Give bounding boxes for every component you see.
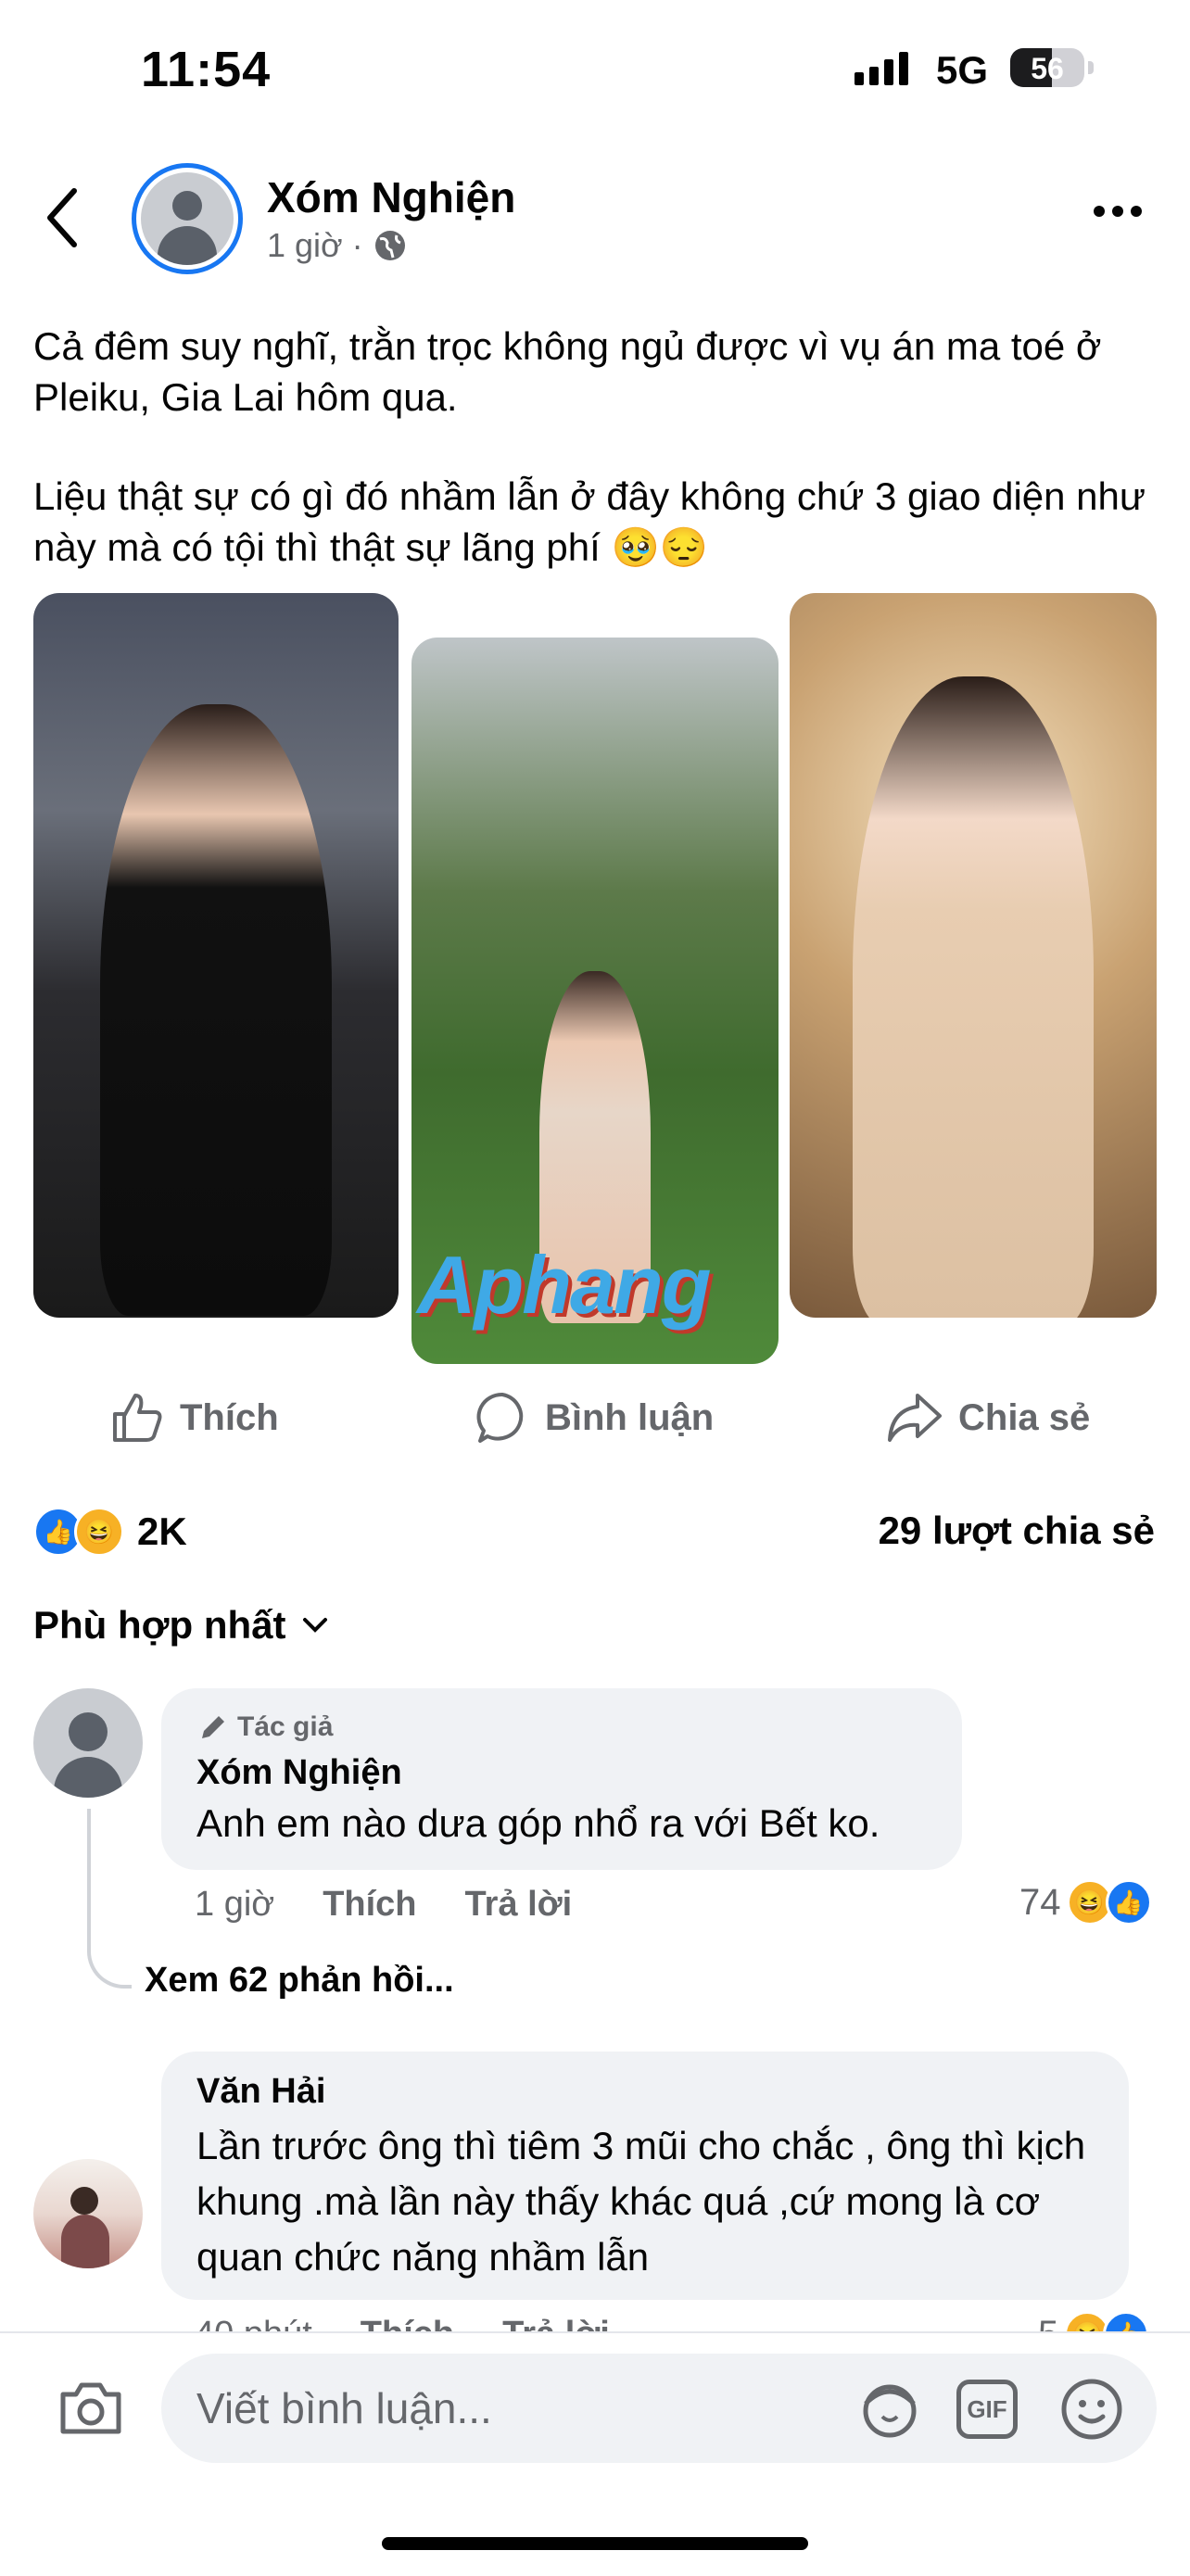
comment-bubble-icon <box>476 1392 524 1443</box>
more-options-button[interactable] <box>1094 206 1142 217</box>
comment-reply-button[interactable]: Trả lời <box>465 1885 573 1925</box>
comment-label: Bình luận <box>545 1396 715 1438</box>
battery-level: 56 <box>1031 52 1064 85</box>
battery-icon: 56 <box>1010 48 1084 87</box>
comment-time: 1 giờ <box>195 1885 275 1924</box>
post-photo-3[interactable] <box>790 593 1157 1318</box>
like-reaction-icon: 👍 <box>1105 1879 1152 1926</box>
watermark: Aphang <box>417 1239 712 1331</box>
comment-reaction-count: 74 <box>1019 1881 1061 1923</box>
network-type: 5G <box>936 48 989 92</box>
smiley-icon <box>1061 2379 1122 2440</box>
page-name[interactable]: Xóm Nghiện <box>267 172 515 222</box>
gif-label: GIF <box>967 2394 1007 2423</box>
author-badge-label: Tác giả <box>237 1711 334 1742</box>
thumbs-up-icon <box>113 1394 162 1442</box>
share-count[interactable]: 29 lượt chia sẻ <box>879 1509 1155 1553</box>
comment-sort-dropdown[interactable]: Phù hợp nhất <box>33 1603 329 1648</box>
camera-icon <box>60 2382 121 2434</box>
avatar-sticker-icon <box>863 2384 917 2438</box>
reply-thread-line <box>87 1809 132 1989</box>
haha-reaction-icon: 😆 <box>74 1507 124 1557</box>
back-button[interactable] <box>44 185 82 250</box>
meta-separator: · <box>351 226 363 264</box>
author-badge: Tác giả <box>196 1711 333 1744</box>
signal-icon <box>855 52 908 85</box>
sort-label: Phù hợp nhất <box>33 1603 286 1647</box>
emoji-button[interactable] <box>1058 2376 1125 2447</box>
globe-icon <box>374 231 405 260</box>
comment-author[interactable]: Văn Hải <box>196 2072 325 2112</box>
share-button[interactable]: Chia sẻ <box>886 1390 1090 1446</box>
comment-bubble[interactable]: Văn Hải Lần trước ông thì tiêm 3 mũi cho… <box>161 2052 1129 2300</box>
comment-author[interactable]: Xóm Nghiện <box>196 1753 402 1793</box>
share-arrow-icon <box>888 1394 942 1442</box>
share-label: Chia sẻ <box>958 1396 1091 1438</box>
post-paragraph: Liệu thật sự có gì đó nhầm lẫn ở đây khô… <box>33 474 1146 569</box>
page-avatar[interactable] <box>132 163 243 274</box>
comment-placeholder: Viết bình luận... <box>196 2384 492 2432</box>
comment-reactions[interactable]: 74 😆 👍 <box>1019 1879 1152 1926</box>
home-indicator <box>382 2537 808 2550</box>
camera-button[interactable] <box>57 2380 124 2442</box>
chevron-down-icon <box>302 1618 327 1633</box>
gif-button[interactable]: GIF <box>956 2380 1018 2439</box>
post-meta: 1 giờ · <box>267 226 408 265</box>
comment-text: Lần trước ông thì tiêm 3 mũi cho chắc , … <box>196 2124 1086 2279</box>
post-text: Cả đêm suy nghĩ, trằn trọc không ngủ đượ… <box>33 321 1164 621</box>
chevron-left-icon <box>47 188 77 247</box>
comment-avatar[interactable] <box>33 2159 143 2268</box>
post-paragraph: Cả đêm suy nghĩ, trằn trọc không ngủ đượ… <box>33 324 1102 419</box>
status-time: 11:54 <box>141 42 272 97</box>
battery-tip <box>1088 61 1094 74</box>
post-time[interactable]: 1 giờ <box>267 226 343 265</box>
avatar-sticker-button[interactable] <box>856 2376 923 2447</box>
comment-like-button[interactable]: Thích <box>323 1885 416 1925</box>
default-avatar-icon <box>141 172 234 265</box>
like-button[interactable]: Thích <box>109 1390 279 1446</box>
comment-bubble[interactable]: Tác giả Xóm Nghiện Anh em nào dưa góp nh… <box>161 1688 962 1870</box>
reactions-summary[interactable]: 👍 😆 2K <box>33 1507 187 1557</box>
comment-text: Anh em nào dưa góp nhổ ra với Bết ko. <box>196 1801 880 1845</box>
see-replies-link[interactable]: Xem 62 phản hồi... <box>145 1961 454 2001</box>
comment-meta: 1 giờ Thích Trả lời <box>195 1885 572 1925</box>
comment-avatar[interactable] <box>33 1688 143 1798</box>
like-label: Thích <box>180 1396 279 1438</box>
reaction-count: 2K <box>137 1509 187 1553</box>
pencil-icon <box>202 1716 224 1738</box>
comment-button[interactable]: Bình luận <box>475 1390 714 1446</box>
post-photo-1[interactable] <box>33 593 399 1318</box>
